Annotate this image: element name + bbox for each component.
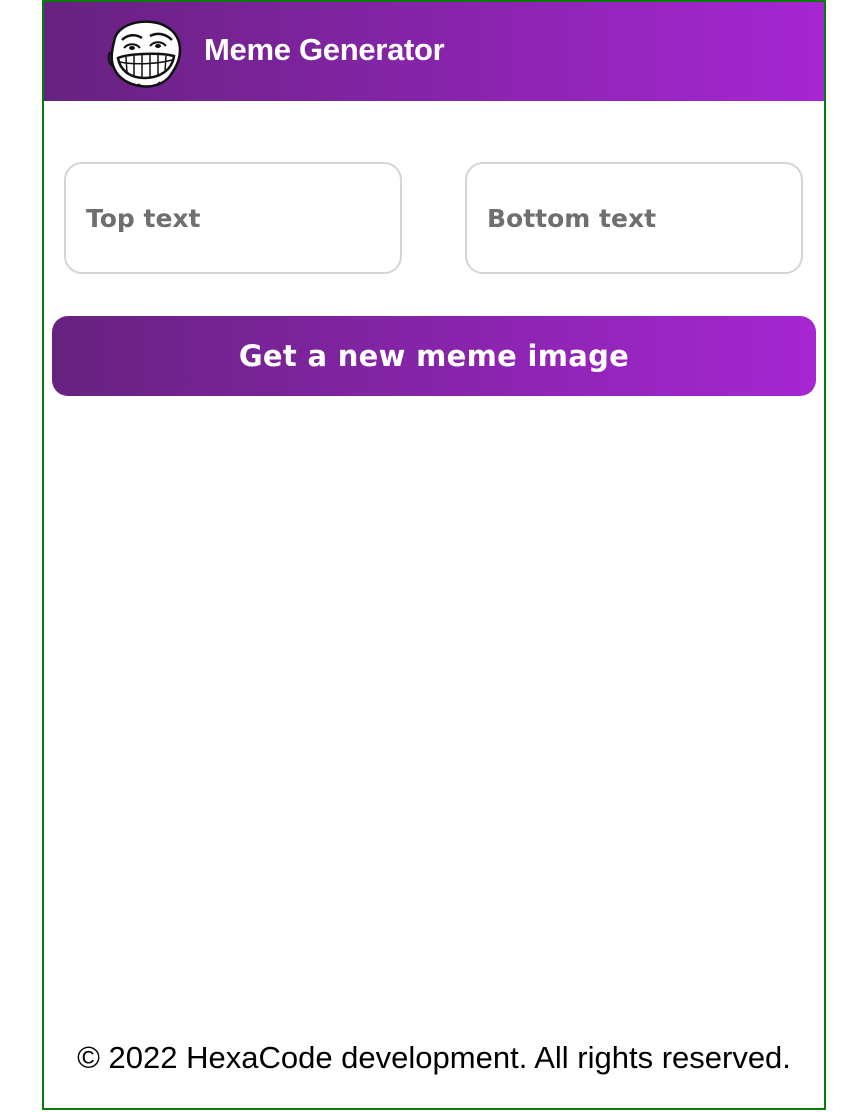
get-new-meme-button[interactable]: Get a new meme image [52,316,816,396]
bottom-text-input[interactable] [465,162,803,274]
troll-face-icon [107,20,182,88]
app-title: Meme Generator [204,32,445,67]
header-bar: Meme Generator [44,0,824,101]
app-container: Meme Generator Get a new meme image © 20… [42,0,826,1110]
footer-copyright: © 2022 HexaCode development. All rights … [77,1040,791,1075]
top-text-input[interactable] [64,162,402,274]
